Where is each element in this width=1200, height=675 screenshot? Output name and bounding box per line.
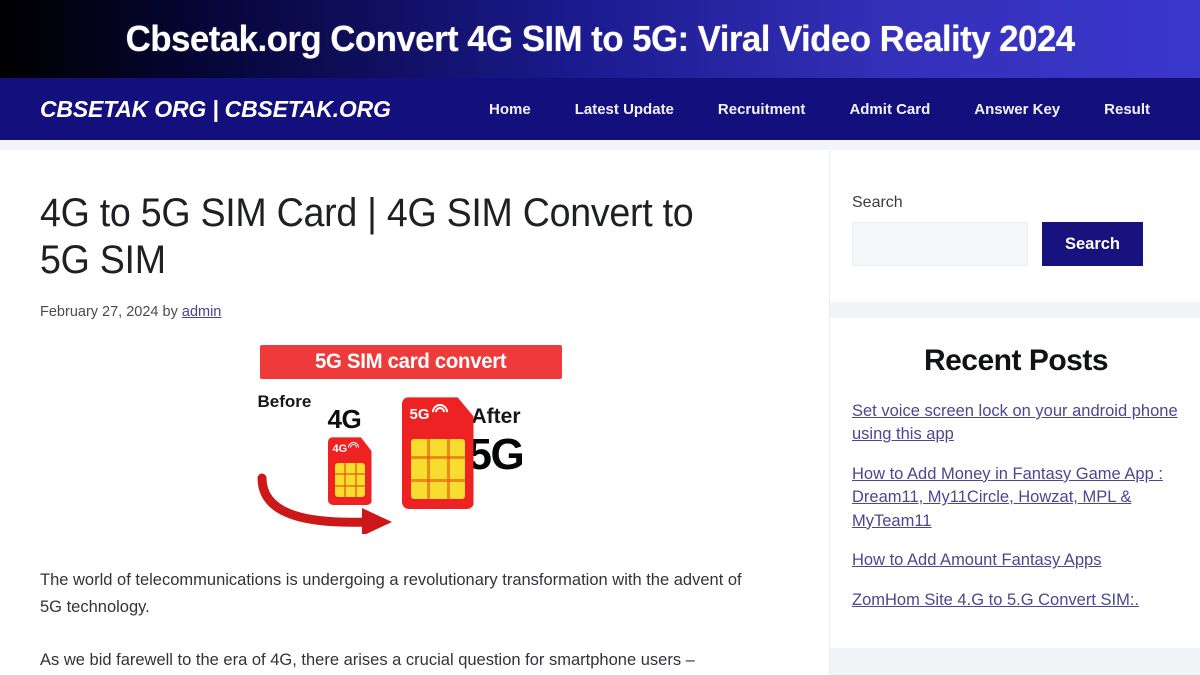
- recent-post-link-4[interactable]: ZomHom Site 4.G to 5.G Convert SIM:.: [852, 591, 1139, 609]
- nav-item-latest-update[interactable]: Latest Update: [553, 95, 696, 124]
- search-widget: Search Search: [830, 150, 1200, 302]
- recent-post-link-2[interactable]: How to Add Money in Fantasy Game App : D…: [852, 465, 1163, 530]
- nav-item-answer-key[interactable]: Answer Key: [952, 95, 1082, 124]
- nav-item-result[interactable]: Result: [1082, 95, 1164, 124]
- banner-title: Cbsetak.org Convert 4G SIM to 5G: Viral …: [125, 18, 1075, 59]
- nav-item-home[interactable]: Home: [467, 95, 553, 124]
- article-paragraph-2: As we bid farewell to the era of 4G, the…: [40, 650, 695, 669]
- site-logo[interactable]: CBSETAK ORG | CBSETAK.ORG: [40, 96, 391, 123]
- page-title: 4G to 5G SIM Card | 4G SIM Convert to 5G…: [40, 191, 694, 283]
- nav-links: Home Latest Update Recruitment Admit Car…: [467, 95, 1164, 124]
- wifi-arc-icon: [428, 401, 451, 424]
- convert-arrow-icon: [257, 473, 392, 535]
- figure-before-label: Before: [257, 392, 312, 412]
- post-author-link[interactable]: admin: [182, 304, 222, 320]
- article-featured-image: 5G SIM card convert Before 4G After 5G 4…: [250, 342, 580, 537]
- recent-post-link-1[interactable]: Set voice screen lock on your android ph…: [852, 402, 1178, 443]
- article-column: 4G to 5G SIM Card | 4G SIM Convert to 5G…: [0, 150, 830, 675]
- figure-banner-text: 5G SIM card convert: [314, 350, 507, 374]
- nav-item-admit-card[interactable]: Admit Card: [827, 95, 952, 124]
- sim-card-4g-label: 4G: [332, 443, 348, 456]
- figure-before-value: 4G: [327, 404, 362, 435]
- list-item: How to Add Money in Fantasy Game App : D…: [852, 463, 1180, 533]
- sidebar: Search Search Recent Posts Set voice scr…: [830, 150, 1200, 675]
- article-paragraph-1: The world of telecommunications is under…: [40, 571, 742, 617]
- post-meta: February 27, 2024 by admin: [40, 304, 789, 320]
- list-item: ZomHom Site 4.G to 5.G Convert SIM:.: [852, 589, 1180, 612]
- nav-item-recruitment[interactable]: Recruitment: [696, 95, 828, 124]
- site-navbar: CBSETAK ORG | CBSETAK.ORG Home Latest Up…: [0, 78, 1200, 140]
- sidebar-divider: [830, 302, 1200, 318]
- post-date: February 27, 2024 by: [40, 304, 182, 321]
- page-body: 4G to 5G SIM Card | 4G SIM Convert to 5G…: [0, 140, 1200, 675]
- recent-post-link-3[interactable]: How to Add Amount Fantasy Apps: [852, 551, 1101, 569]
- recent-posts-widget: Recent Posts Set voice screen lock on yo…: [830, 318, 1200, 648]
- list-item: Set voice screen lock on your android ph…: [852, 400, 1180, 447]
- figure-after-value: 5G: [467, 430, 525, 480]
- search-button[interactable]: Search: [1042, 222, 1143, 266]
- page-banner: Cbsetak.org Convert 4G SIM to 5G: Viral …: [0, 0, 1200, 78]
- search-input[interactable]: [852, 222, 1028, 266]
- figure-banner: 5G SIM card convert: [259, 345, 562, 380]
- search-label: Search: [852, 194, 903, 211]
- list-item: How to Add Amount Fantasy Apps: [852, 549, 1180, 572]
- recent-posts-title: Recent Posts: [923, 344, 1109, 377]
- search-row: Search: [852, 222, 1160, 266]
- wifi-arc-icon: [345, 440, 361, 456]
- recent-posts-list: Set voice screen lock on your android ph…: [852, 400, 1180, 612]
- sim-card-5g-label: 5G: [409, 406, 430, 424]
- figure-after-label: After: [471, 405, 521, 429]
